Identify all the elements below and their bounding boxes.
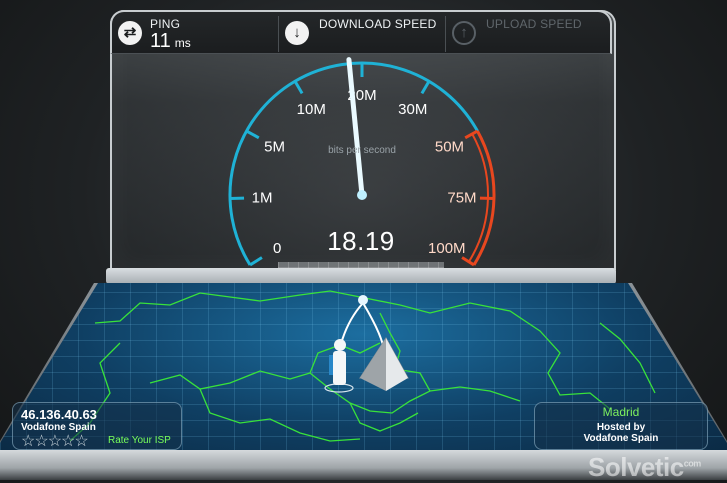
gauge-tick-label: 10M: [297, 101, 326, 118]
watermark-suffix: com: [684, 458, 701, 468]
gauge-tick-label: 30M: [398, 101, 427, 118]
rating-stars[interactable]: ☆☆☆☆☆: [21, 431, 88, 451]
gauge-hub: [357, 190, 367, 200]
hosted-by-label: Hosted by: [535, 422, 707, 433]
watermark-logo: Solveticcom: [588, 452, 701, 483]
server-host: Vodafone Spain: [535, 433, 707, 444]
client-info-box: 46.136.40.63 Vodafone Spain ☆☆☆☆☆ Rate Y…: [12, 402, 182, 450]
gauge-tick-label: 5M: [264, 139, 285, 156]
gauge-tick-label: 0: [273, 240, 281, 257]
server-info-box[interactable]: Madrid Hosted by Vodafone Spain: [534, 402, 708, 450]
watermark-brand: Solvetic: [588, 452, 684, 482]
gauge-needle: [349, 60, 367, 200]
gauge-tick-label: 75M: [447, 190, 476, 207]
gauge-tick-label: 1M: [252, 190, 273, 207]
gauge-tick-label: 50M: [435, 139, 464, 156]
gauge-tick-label: 100M: [428, 240, 466, 257]
gauge-tick: [250, 258, 262, 265]
connection-node: [358, 295, 368, 305]
client-ip: 46.136.40.63: [21, 407, 97, 422]
gauge-shelf: [106, 268, 616, 284]
user-figure-icon: [325, 339, 353, 392]
rate-your-isp-link[interactable]: Rate Your ISP: [108, 435, 171, 446]
gauge-needle-line: [349, 60, 362, 195]
gauge-tick: [462, 258, 474, 265]
server-city: Madrid: [535, 405, 707, 419]
bits-per-second-label: bits per second: [312, 145, 412, 156]
gauge-tick: [247, 131, 259, 138]
gauge-tick: [295, 81, 302, 93]
gauge-tick: [422, 81, 429, 93]
current-speed-readout: 18.19: [310, 226, 412, 257]
gauge-tick: [465, 131, 477, 138]
